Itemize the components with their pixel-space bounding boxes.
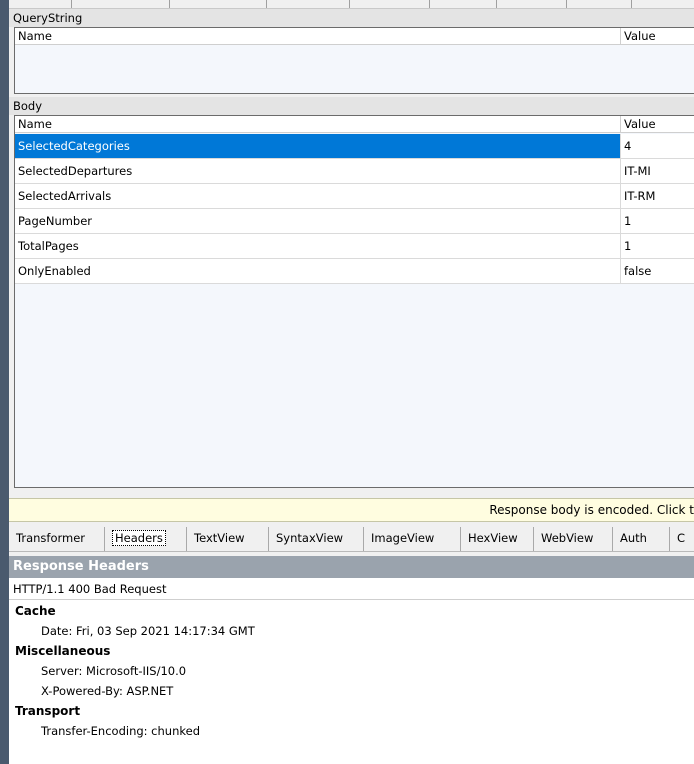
param-value: 1 [624,239,632,253]
tab-more[interactable]: C [670,527,694,551]
table-row[interactable]: SelectedDepartures IT-MI [15,159,694,184]
tab-transformer[interactable]: Transformer [9,527,105,551]
headers-tree: Cache Date: Fri, 03 Sep 2021 14:17:34 GM… [9,600,694,764]
tab-webview[interactable]: WebView [534,527,613,551]
tab-hexview[interactable]: HexView [461,527,534,551]
tab-imageview[interactable]: ImageView [364,527,461,551]
header-item[interactable]: Server: Microsoft-IIS/10.0 [41,664,186,678]
inspector-panel: QueryString Name Value Body Name Value S… [9,0,694,764]
querystring-section-title: QueryString [9,9,694,27]
param-name: SelectedDepartures [18,164,133,178]
querystring-grid[interactable]: Name Value [14,27,694,94]
param-name: OnlyEnabled [18,264,91,278]
param-value: 4 [624,139,632,153]
param-value: 1 [624,214,632,228]
header-group-cache[interactable]: Cache [15,604,56,618]
param-name: PageNumber [18,214,93,228]
param-name: SelectedCategories [18,139,130,153]
request-tab-strip [9,0,694,9]
header-item[interactable]: Transfer-Encoding: chunked [41,724,200,738]
header-group-miscellaneous[interactable]: Miscellaneous [15,644,110,658]
tab-syntaxview[interactable]: SyntaxView [269,527,364,551]
table-row[interactable]: OnlyEnabled false [15,259,694,284]
column-header-value[interactable]: Value [624,28,656,45]
table-row[interactable]: PageNumber 1 [15,209,694,234]
param-value: IT-MI [624,164,651,178]
http-status-line: HTTP/1.1 400 Bad Request [9,578,694,600]
response-headers-title: Response Headers [9,556,694,578]
param-value: false [624,264,652,278]
column-header-name[interactable]: Name [18,28,52,45]
tab-textview[interactable]: TextView [187,527,269,551]
body-grid-header: Name Value [15,116,694,133]
header-item[interactable]: Date: Fri, 03 Sep 2021 14:17:34 GMT [41,624,255,638]
header-group-transport[interactable]: Transport [15,704,80,718]
tab-auth[interactable]: Auth [613,527,670,551]
table-row[interactable]: TotalPages 1 [15,234,694,259]
param-name: TotalPages [18,239,79,253]
response-tab-bar: Transformer Headers TextView SyntaxView … [9,524,694,552]
querystring-grid-header: Name Value [15,28,694,45]
table-row[interactable]: SelectedCategories 4 [15,134,694,159]
body-grid[interactable]: Name Value SelectedCategories 4 Selected… [14,115,694,488]
param-value: IT-RM [624,189,656,203]
encoded-body-notice[interactable]: Response body is encoded. Click t [9,498,694,522]
panel-splitter[interactable] [9,488,694,498]
table-row[interactable]: SelectedArrivals IT-RM [15,184,694,209]
window-left-border [0,0,9,764]
body-section-title: Body [9,97,694,115]
param-name: SelectedArrivals [18,189,112,203]
tab-headers[interactable]: Headers [105,527,187,551]
column-header-name[interactable]: Name [18,116,52,133]
header-item[interactable]: X-Powered-By: ASP.NET [41,684,173,698]
column-header-value[interactable]: Value [624,116,656,133]
